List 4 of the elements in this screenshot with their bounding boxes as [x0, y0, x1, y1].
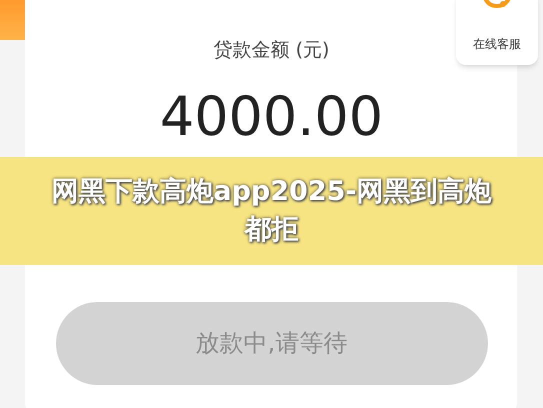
loan-amount-label: 贷款金额 (元) — [214, 38, 330, 63]
loan-amount: 4000.00 — [160, 86, 384, 146]
customer-service-button[interactable]: 在线客服 — [456, 0, 538, 65]
title-banner: 网黑下款高炮app2025-网黑到高炮都拒 — [0, 156, 543, 264]
